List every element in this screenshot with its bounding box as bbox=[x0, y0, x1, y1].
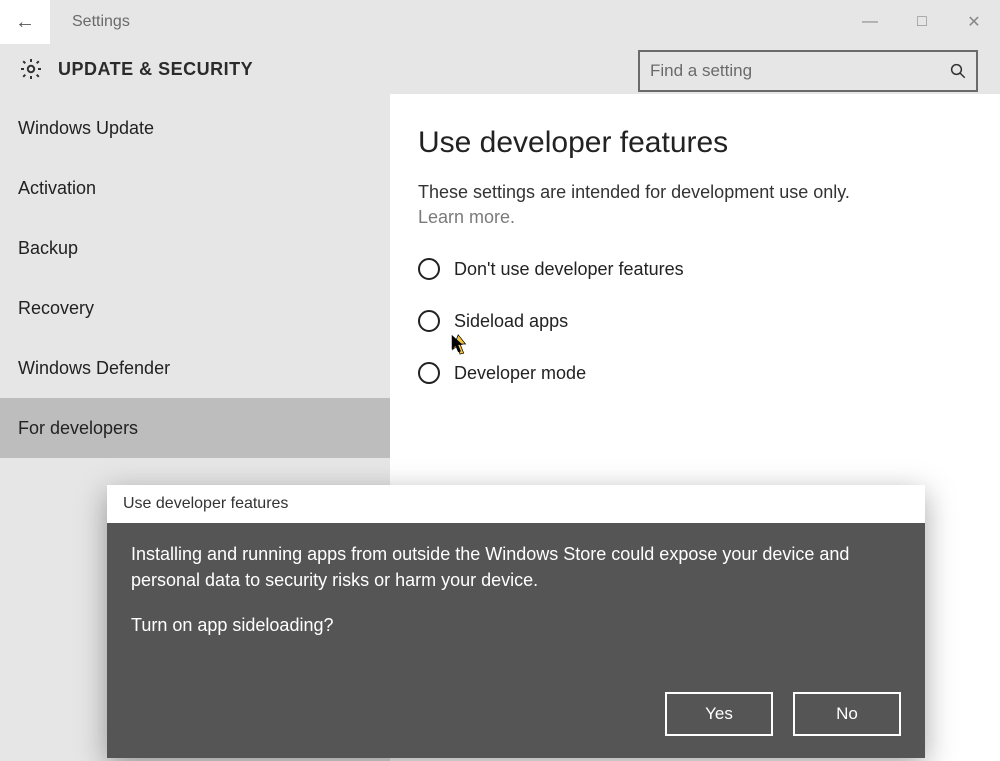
maximize-button[interactable]: □ bbox=[896, 0, 948, 44]
sidebar-item-activation[interactable]: Activation bbox=[0, 158, 390, 218]
radio-icon bbox=[418, 362, 440, 384]
radio-sideload-apps[interactable]: Sideload apps bbox=[418, 310, 972, 332]
radio-label: Developer mode bbox=[454, 363, 586, 384]
page-title: Use developer features bbox=[418, 126, 972, 160]
no-button[interactable]: No bbox=[793, 692, 901, 736]
dialog-body: Installing and running apps from outside… bbox=[107, 523, 925, 758]
sidebar-item-label: Backup bbox=[18, 238, 78, 259]
sidebar-item-label: For developers bbox=[18, 418, 138, 439]
back-button[interactable]: ← bbox=[0, 0, 50, 44]
maximize-icon: □ bbox=[917, 13, 927, 31]
page-subtext: These settings are intended for developm… bbox=[418, 182, 972, 203]
close-button[interactable]: ✕ bbox=[948, 0, 1000, 44]
sidebar-item-label: Windows Update bbox=[18, 118, 154, 139]
close-icon: ✕ bbox=[967, 12, 980, 32]
sidebar-item-windows-update[interactable]: Windows Update bbox=[0, 98, 390, 158]
sidebar-item-label: Activation bbox=[18, 178, 96, 199]
search-input[interactable] bbox=[640, 60, 940, 82]
confirmation-dialog: Use developer features Installing and ru… bbox=[107, 485, 925, 758]
search-box[interactable] bbox=[638, 50, 978, 92]
titlebar: ← Settings — □ ✕ bbox=[0, 0, 1000, 44]
yes-button[interactable]: Yes bbox=[665, 692, 773, 736]
sidebar-item-backup[interactable]: Backup bbox=[0, 218, 390, 278]
sidebar-item-for-developers[interactable]: For developers bbox=[0, 398, 390, 458]
dialog-buttons: Yes No bbox=[131, 692, 901, 736]
sidebar-item-label: Recovery bbox=[18, 298, 94, 319]
radio-dont-use[interactable]: Don't use developer features bbox=[418, 258, 972, 280]
radio-icon bbox=[418, 258, 440, 280]
minimize-icon: — bbox=[862, 13, 878, 31]
window-title: Settings bbox=[50, 0, 130, 44]
sidebar-item-recovery[interactable]: Recovery bbox=[0, 278, 390, 338]
arrow-left-icon: ← bbox=[15, 11, 35, 34]
sidebar-item-windows-defender[interactable]: Windows Defender bbox=[0, 338, 390, 398]
dialog-message: Installing and running apps from outside… bbox=[131, 541, 901, 593]
sidebar-item-label: Windows Defender bbox=[18, 358, 170, 379]
window-controls: — □ ✕ bbox=[844, 0, 1000, 44]
gear-icon bbox=[18, 56, 44, 82]
dialog-title: Use developer features bbox=[107, 485, 925, 523]
learn-more-link[interactable]: Learn more. bbox=[418, 207, 972, 228]
radio-label: Sideload apps bbox=[454, 311, 568, 332]
category-bar: UPDATE & SECURITY bbox=[0, 44, 1000, 94]
minimize-button[interactable]: — bbox=[844, 0, 896, 44]
radio-developer-mode[interactable]: Developer mode bbox=[418, 362, 972, 384]
search-icon bbox=[940, 62, 976, 80]
radio-icon bbox=[418, 310, 440, 332]
category-title: UPDATE & SECURITY bbox=[58, 59, 253, 80]
dialog-question: Turn on app sideloading? bbox=[131, 615, 901, 636]
radio-label: Don't use developer features bbox=[454, 259, 684, 280]
